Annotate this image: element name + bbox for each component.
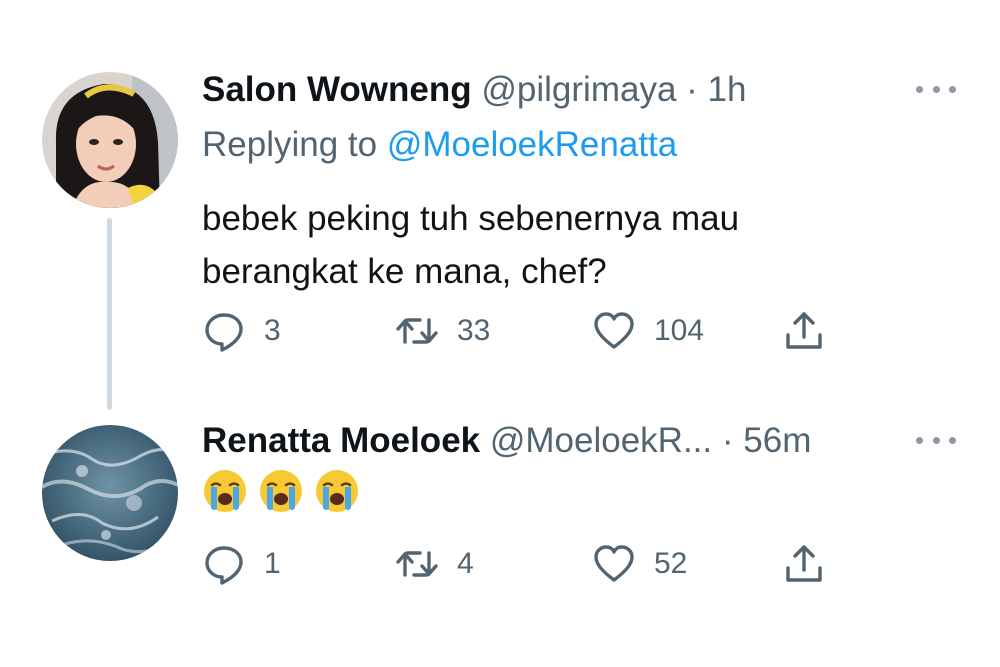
user-handle[interactable]: @MoeloekR... bbox=[490, 421, 712, 460]
retweet-button[interactable]: 33 bbox=[395, 308, 490, 354]
like-button[interactable]: 52 bbox=[592, 541, 687, 587]
share-button[interactable] bbox=[782, 308, 826, 354]
retweet-arrows-icon bbox=[396, 551, 438, 577]
loudly-crying-face-emoji bbox=[316, 470, 358, 512]
timestamp[interactable]: 56m bbox=[743, 421, 811, 460]
replying-to-mention[interactable]: @MoeloekRenatta bbox=[387, 125, 677, 164]
reply-count: 1 bbox=[264, 547, 281, 580]
avatar[interactable] bbox=[42, 425, 178, 561]
loudly-crying-face-emoji bbox=[260, 470, 302, 512]
display-name[interactable]: Renatta Moeloek bbox=[202, 421, 480, 460]
loudly-crying-face-emoji bbox=[204, 470, 246, 512]
retweet-arrows-icon bbox=[396, 318, 438, 344]
replying-to-label: Replying to bbox=[202, 125, 387, 164]
user-handle[interactable]: @pilgrimaya bbox=[481, 70, 676, 109]
tweet-header: Renatta Moeloek @MoeloekR... · 56m bbox=[202, 421, 811, 461]
reply-button[interactable]: 1 bbox=[202, 541, 281, 587]
tweet-actions: 1 4 52 bbox=[202, 541, 842, 587]
share-upload-icon bbox=[786, 545, 822, 582]
tweet-header: Salon Wowneng @pilgrimaya · 1h bbox=[202, 70, 746, 110]
display-name[interactable]: Salon Wowneng bbox=[202, 70, 472, 109]
tweet-text-line: berangkat ke mana, chef? bbox=[202, 252, 607, 291]
retweet-button[interactable]: 4 bbox=[395, 541, 474, 587]
tweet-text: bebek peking tuh sebenernya mau berangka… bbox=[202, 192, 902, 298]
speech-bubble-icon bbox=[205, 546, 243, 585]
tweet-thread: Salon Wowneng @pilgrimaya · 1h Replying … bbox=[0, 0, 1000, 667]
separator-dot: · bbox=[721, 421, 734, 460]
heart-icon bbox=[594, 545, 634, 582]
avatar[interactable] bbox=[42, 72, 178, 208]
timestamp[interactable]: 1h bbox=[708, 70, 747, 109]
more-dots-icon[interactable] bbox=[916, 79, 956, 99]
share-button[interactable] bbox=[782, 541, 826, 587]
speech-bubble-icon bbox=[205, 313, 243, 352]
heart-icon bbox=[594, 312, 634, 349]
like-button[interactable]: 104 bbox=[592, 308, 704, 354]
thread-connector-line bbox=[107, 218, 112, 410]
tweet-text-line: bebek peking tuh sebenernya mau bbox=[202, 199, 740, 238]
more-dots-icon[interactable] bbox=[916, 430, 956, 450]
separator-dot: · bbox=[686, 70, 698, 109]
reply-count: 3 bbox=[264, 314, 281, 347]
tweet-actions: 3 33 104 bbox=[202, 308, 842, 354]
share-upload-icon bbox=[786, 312, 822, 349]
like-count: 52 bbox=[654, 547, 688, 580]
replying-to: Replying to @MoeloekRenatta bbox=[202, 125, 677, 165]
reply-button[interactable]: 3 bbox=[202, 308, 281, 354]
retweet-count: 4 bbox=[457, 547, 474, 580]
like-count: 104 bbox=[654, 314, 705, 347]
tweet-text bbox=[202, 468, 360, 514]
retweet-count: 33 bbox=[457, 314, 491, 347]
